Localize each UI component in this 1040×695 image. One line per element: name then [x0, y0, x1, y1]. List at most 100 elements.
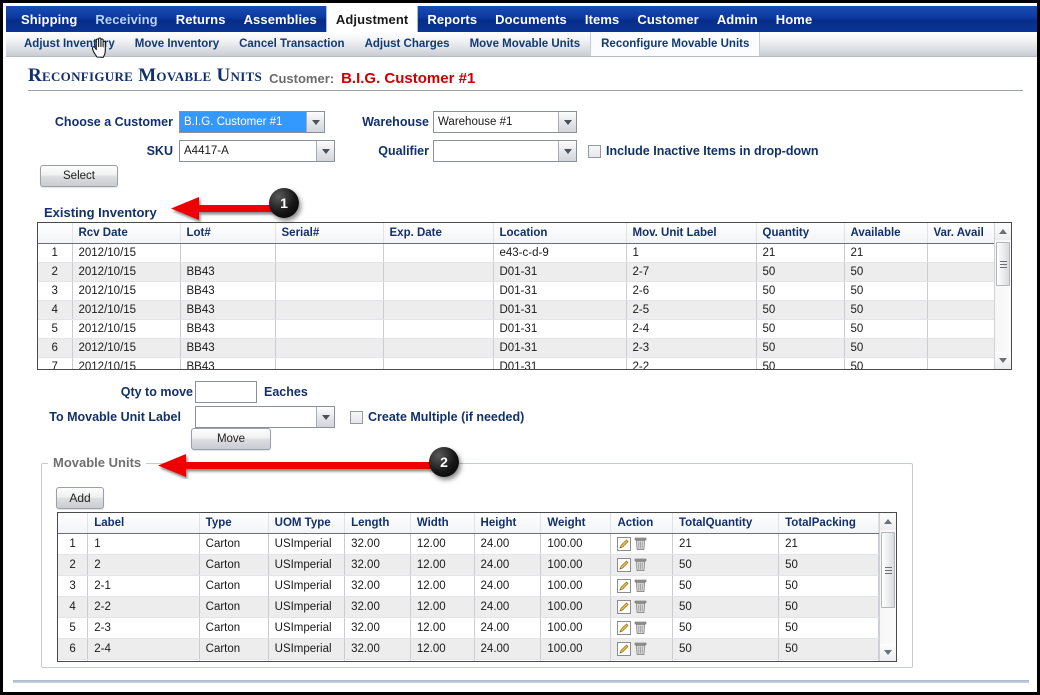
customer-dropdown[interactable]: B.I.G. Customer #1 [179, 111, 325, 133]
nav-item-assemblies[interactable]: Assemblies [235, 6, 326, 32]
nav-item-admin[interactable]: Admin [708, 6, 767, 32]
edit-pencil-icon[interactable] [617, 621, 632, 635]
col-quantity[interactable]: Quantity [756, 223, 845, 244]
scroll-up-icon[interactable] [880, 513, 896, 530]
table-row[interactable]: 2 2 Carton USImperial 32.00 12.00 24.00 … [58, 554, 879, 576]
edit-pencil-icon[interactable] [617, 579, 632, 593]
table-row[interactable]: 6 2-4 Carton USImperial 32.00 12.00 24.0… [58, 638, 879, 660]
col-exp-date[interactable]: Exp. Date [383, 223, 494, 244]
qty-to-move-input[interactable] [195, 381, 257, 403]
cell-uom: USImperial [268, 554, 346, 576]
nav-item-home[interactable]: Home [767, 6, 822, 32]
create-multiple-checkbox[interactable] [350, 410, 363, 424]
cell-rownum: 4 [58, 596, 89, 618]
scroll-down-icon[interactable] [995, 352, 1011, 369]
select-button[interactable]: Select [40, 165, 118, 187]
col-location[interactable]: Location [493, 223, 627, 244]
col-length[interactable]: Length [344, 513, 411, 534]
cell-action [610, 554, 673, 576]
main-navigation-bar: Shipping Receiving Returns Assemblies Ad… [6, 6, 1037, 32]
col-height[interactable]: Height [474, 513, 542, 534]
chevron-down-icon[interactable] [558, 141, 576, 161]
table-row[interactable]: 7 2-5 Carton USImperial 32.00 12.00 24.0… [58, 659, 879, 661]
col-mov-unit-label[interactable]: Mov. Unit Label [626, 223, 757, 244]
table-row[interactable]: 2 2012/10/15 BB43 D01-31 2-7 50 50 [38, 262, 994, 282]
qualifier-dropdown[interactable] [433, 140, 577, 162]
scrollbar-thumb[interactable] [881, 532, 895, 608]
cell-rownum: 1 [58, 533, 89, 555]
cell-mov-unit-label: 2-3 [626, 338, 757, 358]
col-weight[interactable]: Weight [540, 513, 612, 534]
sku-dropdown[interactable]: A4417-A [179, 140, 335, 162]
delete-trash-icon[interactable] [634, 537, 647, 551]
subnav-item-move-inventory[interactable]: Move Inventory [125, 32, 229, 56]
delete-trash-icon[interactable] [634, 642, 647, 656]
col-var-avail[interactable]: Var. Avail [927, 223, 994, 244]
delete-trash-icon[interactable] [634, 579, 647, 593]
cell-type: Carton [199, 533, 269, 555]
edit-pencil-icon[interactable] [617, 558, 632, 572]
chevron-down-icon[interactable] [558, 112, 576, 132]
col-uom-type[interactable]: UOM Type [268, 513, 346, 534]
inventory-vertical-scrollbar[interactable] [994, 223, 1011, 369]
scrollbar-thumb[interactable] [996, 242, 1010, 286]
cell-quantity: 50 [756, 300, 845, 320]
move-button[interactable]: Move [191, 428, 271, 450]
cell-serial [275, 281, 384, 301]
subnav-item-adjust-inventory[interactable]: Adjust Inventory [14, 32, 125, 56]
col-rcv-date[interactable]: Rcv Date [72, 223, 181, 244]
delete-trash-icon[interactable] [634, 558, 647, 572]
cell-width: 12.00 [410, 659, 475, 661]
include-inactive-checkbox[interactable] [588, 144, 601, 158]
nav-item-items[interactable]: Items [576, 6, 628, 32]
nav-item-returns[interactable]: Returns [167, 6, 235, 32]
nav-item-customer[interactable]: Customer [628, 6, 707, 32]
table-row[interactable]: 3 2-1 Carton USImperial 32.00 12.00 24.0… [58, 575, 879, 597]
delete-trash-icon[interactable] [634, 600, 647, 614]
cell-quantity: 50 [756, 357, 845, 369]
table-row[interactable]: 1 2012/10/15 e43-c-d-9 1 21 21 [38, 243, 994, 263]
col-label[interactable]: Label [87, 513, 200, 534]
table-row[interactable]: 5 2-3 Carton USImperial 32.00 12.00 24.0… [58, 617, 879, 639]
nav-item-shipping[interactable]: Shipping [12, 6, 86, 32]
include-inactive-checkbox-row[interactable]: Include Inactive Items in drop-down [588, 144, 819, 158]
scroll-up-icon[interactable] [995, 223, 1011, 240]
scroll-down-icon[interactable] [880, 644, 896, 661]
table-row[interactable]: 4 2-2 Carton USImperial 32.00 12.00 24.0… [58, 596, 879, 618]
col-lot[interactable]: Lot# [180, 223, 276, 244]
edit-pencil-icon[interactable] [617, 600, 632, 614]
subnav-item-reconfigure-movable-units[interactable]: Reconfigure Movable Units [590, 32, 761, 56]
edit-pencil-icon[interactable] [617, 642, 632, 656]
nav-item-reports[interactable]: Reports [418, 6, 486, 32]
chevron-down-icon[interactable] [306, 112, 324, 132]
cell-uom: USImperial [268, 533, 346, 555]
table-row[interactable]: 6 2012/10/15 BB43 D01-31 2-3 50 50 [38, 338, 994, 358]
table-row[interactable]: 1 1 Carton USImperial 32.00 12.00 24.00 … [58, 533, 879, 555]
col-width[interactable]: Width [410, 513, 475, 534]
movable-units-vertical-scrollbar[interactable] [879, 513, 896, 661]
col-available[interactable]: Available [844, 223, 928, 244]
table-row[interactable]: 7 2012/10/15 BB43 D01-31 2-2 50 50 [38, 357, 994, 369]
subnav-item-cancel-transaction[interactable]: Cancel Transaction [229, 32, 354, 56]
table-row[interactable]: 5 2012/10/15 BB43 D01-31 2-4 50 50 [38, 319, 994, 339]
table-row[interactable]: 3 2012/10/15 BB43 D01-31 2-6 50 50 [38, 281, 994, 301]
nav-item-adjustment[interactable]: Adjustment [325, 6, 419, 32]
subnav-item-adjust-charges[interactable]: Adjust Charges [355, 32, 460, 56]
col-serial[interactable]: Serial# [275, 223, 384, 244]
add-button[interactable]: Add [56, 487, 104, 509]
col-total-quantity[interactable]: TotalQuantity [672, 513, 780, 534]
nav-item-receiving[interactable]: Receiving [86, 6, 166, 32]
cell-total-quantity: 50 [672, 638, 780, 660]
edit-pencil-icon[interactable] [617, 537, 632, 551]
table-row[interactable]: 4 2012/10/15 BB43 D01-31 2-5 50 50 [38, 300, 994, 320]
create-multiple-checkbox-row[interactable]: Create Multiple (if needed) [350, 410, 524, 424]
col-type[interactable]: Type [199, 513, 269, 534]
to-movable-unit-dropdown[interactable] [195, 406, 335, 428]
delete-trash-icon[interactable] [634, 621, 647, 635]
chevron-down-icon[interactable] [316, 407, 334, 427]
subnav-item-move-movable-units[interactable]: Move Movable Units [460, 32, 591, 56]
nav-item-documents[interactable]: Documents [486, 6, 576, 32]
col-total-packing[interactable]: TotalPacking [778, 513, 879, 534]
cell-uom: USImperial [268, 638, 346, 660]
warehouse-dropdown[interactable]: Warehouse #1 [433, 111, 577, 133]
